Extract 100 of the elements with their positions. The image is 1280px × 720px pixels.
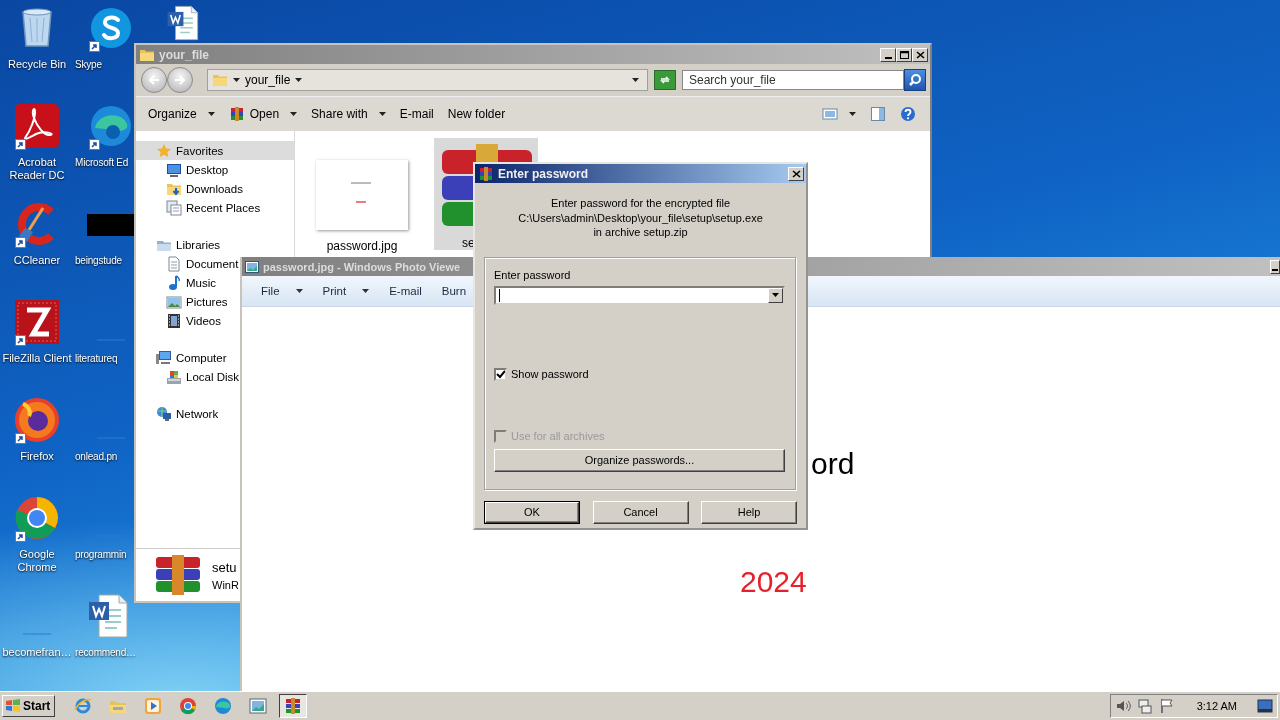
desktop-icon-label[interactable]: Firefox [20,450,54,463]
back-button[interactable] [141,67,167,93]
search-field[interactable]: Search your_file [682,70,904,90]
shortcut-arrow-icon [15,139,26,150]
forward-button[interactable] [167,67,193,93]
chrome-logo-icon[interactable] [13,494,61,542]
back-arrow-icon [147,74,161,86]
acrobat-logo-icon[interactable] [13,102,61,150]
music-note-icon [166,274,182,291]
caret-icon [772,293,779,297]
caret-icon [378,112,386,116]
desktop-icon-label[interactable]: literatureq [75,352,118,365]
photo-viewer-icon [249,697,268,715]
window-title: your_file [159,47,209,62]
checkbox[interactable] [494,367,507,381]
field-label: Enter password [494,268,572,281]
media-player-icon [144,697,163,715]
film-icon [166,312,182,329]
caret-icon [295,78,303,82]
window-title: password.jpg - Windows Photo Viewe [263,260,461,273]
filezilla-logo-icon[interactable] [13,298,61,346]
search-icon [908,73,922,87]
network-icon [156,405,172,422]
toolbar-button[interactable]: Open [222,103,304,125]
monitor-icon [166,161,182,178]
view-icon [822,107,838,121]
nav-item[interactable]: Recent Places [136,198,263,217]
show-desktop-icon[interactable] [1257,699,1273,713]
nav-item[interactable]: Local Disk [136,367,242,386]
dialog-button[interactable]: Help [701,500,797,524]
photo-icon [245,260,259,273]
nav-item[interactable]: Document [136,254,241,273]
nav-item[interactable]: Libraries [136,235,223,254]
folder-icon [212,72,228,88]
caret-icon [849,112,856,116]
minimize-icon [1272,268,1278,271]
message-text: C:\Users\admin\Desktop\your_file\setup\setup.exe [518,211,763,225]
caret-icon [233,78,240,82]
desktop-icon-label[interactable]: onlead.pn [75,450,118,463]
speaker-icon[interactable] [1114,698,1131,714]
file-name: setu [212,559,238,575]
pane-icon [870,106,886,122]
image-text: 2024 [740,565,807,599]
file-type: WinR [212,578,239,591]
dialog-button[interactable]: OK [484,500,580,524]
toolbar-button[interactable]: E-mail [393,104,440,124]
dropdown-button[interactable] [768,287,783,303]
nav-item[interactable]: Desktop [136,160,231,179]
toolbar-button[interactable]: Share with [305,104,392,124]
menu-button[interactable]: Print [319,283,373,299]
dialog-button[interactable]: Cancel [592,500,689,524]
nav-item[interactable]: Pictures [136,292,230,311]
menu-button[interactable]: E-mail [386,283,425,299]
desktop-icon-label[interactable]: beingstude [75,254,122,267]
picture-icon [166,293,182,310]
caret-icon [290,112,298,116]
nav-item[interactable]: Music [136,273,219,292]
desktop-icon-label[interactable]: programmin [75,548,127,561]
clock[interactable]: 3:12 AM [1196,700,1237,712]
chrome-logo-icon [179,697,198,715]
desktop-icon-label[interactable]: Skype [75,58,102,71]
star-icon [156,142,172,159]
toolbar-button[interactable]: Organize [142,104,221,124]
nav-item[interactable]: Downloads [136,179,245,198]
edge-logo-icon [214,697,233,715]
message-text: in archive setup.zip [593,226,688,240]
desktop-icon-label[interactable]: Recycle Bin [7,58,67,71]
menu-button[interactable]: File [258,283,306,299]
caret-icon [362,289,370,293]
toolbar-button[interactable]: New folder [441,104,512,124]
refresh-button[interactable] [654,70,676,90]
checkmark-icon [496,369,505,379]
archive-icon [284,697,303,715]
nav-item[interactable]: Network [136,404,221,423]
nav-item[interactable]: Computer [136,348,229,367]
desktop-icon-label[interactable]: Acrobat Reader DC [0,156,74,182]
start-button[interactable]: Start [2,695,56,717]
shortcut-arrow-icon [89,41,100,52]
refresh-icon [658,74,672,86]
desktop-icon-label[interactable]: Google Chrome [0,548,74,574]
firefox-logo-icon[interactable] [13,396,61,444]
address-bar[interactable]: your_file [207,69,648,91]
desktop-icon-label[interactable]: CCleaner [13,254,61,267]
search-button[interactable] [904,69,926,91]
nav-item[interactable]: Favorites [136,141,294,160]
desktop-icon-label[interactable]: FileZilla Client [2,352,72,365]
network-icon[interactable] [1136,698,1153,714]
image-text: ord [811,447,855,481]
close-button[interactable] [788,166,804,181]
document-icon [166,255,182,272]
breadcrumb-item[interactable]: your_file [245,73,291,87]
desktop-icon-label[interactable]: Microsoft Ed [75,156,129,169]
nav-item[interactable]: Videos [136,311,223,330]
minimize-icon [884,56,892,59]
password-field[interactable] [494,285,785,305]
organize-passwords-button[interactable]: Organize passwords... [494,448,785,472]
taskbar-app-button[interactable] [279,694,308,718]
menu-button[interactable]: Burn [438,283,470,299]
caret-icon [295,289,303,293]
flag-icon[interactable] [1158,698,1175,714]
